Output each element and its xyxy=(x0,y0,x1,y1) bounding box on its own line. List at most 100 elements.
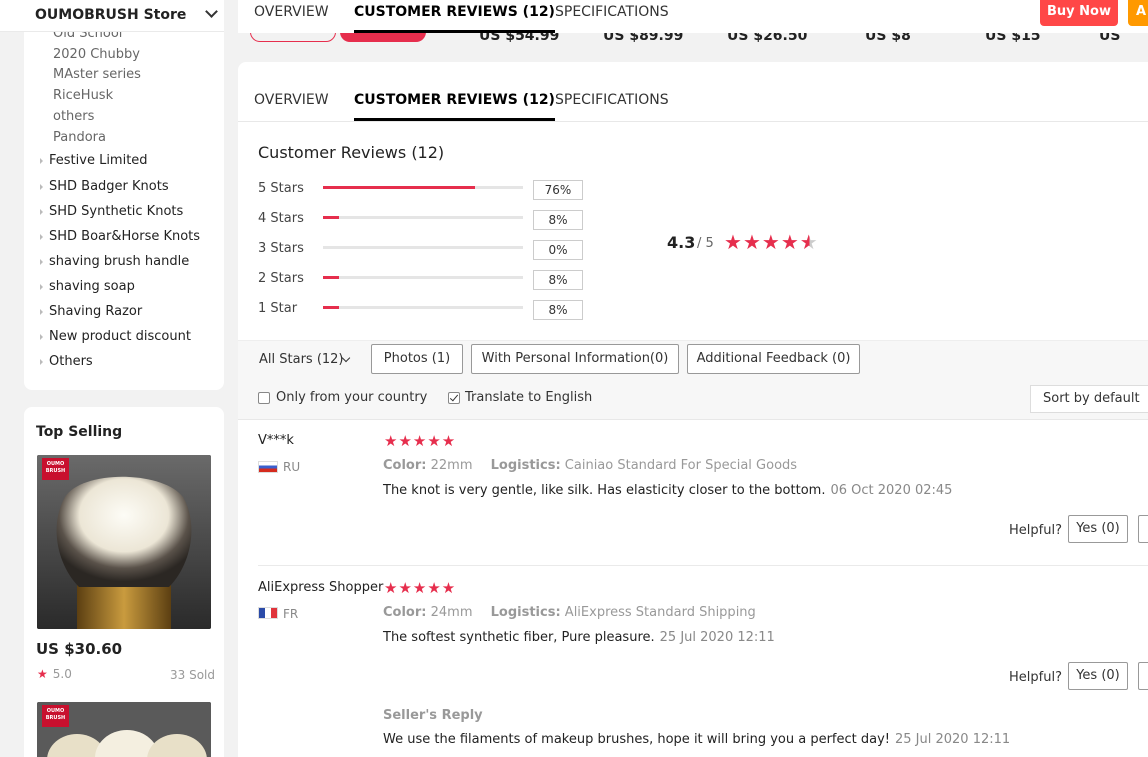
category-label: SHD Synthetic Knots xyxy=(49,204,184,219)
average-rating: 4.3 xyxy=(667,233,696,252)
subcategory-item[interactable]: Pandora xyxy=(53,130,106,145)
star-breakdown-percent: 8% xyxy=(533,270,583,290)
category-label: shaving brush handle xyxy=(49,254,190,269)
add-to-cart-button[interactable]: A xyxy=(1128,0,1148,26)
category-item[interactable]: Shaving Razor xyxy=(40,304,142,319)
subcategory-item[interactable]: others xyxy=(53,109,94,124)
seller-reply-text: We use the filaments of makeup brushes, … xyxy=(383,732,890,747)
star-icon: ★ xyxy=(37,667,48,681)
star-icon: ★ xyxy=(724,230,743,254)
review-body: The knot is very gentle, like silk. Has … xyxy=(383,483,826,498)
category-item[interactable]: shaving soap xyxy=(40,279,135,294)
logistics-label: Logistics: xyxy=(490,605,561,620)
category-label: SHD Badger Knots xyxy=(49,179,169,194)
star-breakdown-bar xyxy=(323,306,523,309)
review-stars: ★★★★★ xyxy=(384,432,457,450)
category-item[interactable]: SHD Boar&Horse Knots xyxy=(40,229,200,244)
only-country-checkbox[interactable] xyxy=(258,392,270,404)
subcategory-item[interactable]: 2020 Chubby xyxy=(53,47,140,62)
subcategory-item[interactable]: MAster series xyxy=(53,67,141,82)
caret-right-icon xyxy=(40,208,43,215)
color-value: 22mm xyxy=(430,458,473,473)
france-flag-icon xyxy=(258,607,278,619)
star-icon: ★ xyxy=(780,230,800,254)
buy-now-button[interactable]: Buy Now xyxy=(1040,0,1118,26)
shaving-brush-image xyxy=(37,455,211,629)
caret-right-icon xyxy=(40,333,43,340)
product-price: US $30.60 xyxy=(36,640,123,658)
subcategory-item[interactable]: RiceHusk xyxy=(53,88,113,103)
color-label: Color: xyxy=(383,605,427,620)
review-meta: Color: 22mm Logistics: Cainiao Standard … xyxy=(383,458,797,473)
category-item[interactable]: New product discount xyxy=(40,329,191,344)
store-header[interactable]: OUMOBRUSH Store xyxy=(0,0,224,32)
helpful-no-button[interactable] xyxy=(1138,662,1148,690)
review-date: 06 Oct 2020 02:45 xyxy=(830,483,953,498)
product-image[interactable]: OUMO BRUSH xyxy=(37,455,211,629)
star-breakdown-fill xyxy=(323,306,339,309)
star-breakdown-fill xyxy=(323,276,339,279)
product-sold-count: 33 Sold xyxy=(170,668,215,682)
category-item[interactable]: SHD Badger Knots xyxy=(40,179,169,194)
review-divider xyxy=(258,565,1148,566)
star-breakdown-percent: 8% xyxy=(533,300,583,320)
category-item[interactable]: shaving brush handle xyxy=(40,254,189,269)
logistics-value: Cainiao Standard For Special Goods xyxy=(564,458,798,473)
star-breakdown-percent: 8% xyxy=(533,210,583,230)
logistics-label: Logistics: xyxy=(490,458,561,473)
russia-flag-icon xyxy=(258,461,278,473)
photos-filter-button[interactable]: Photos (1) xyxy=(371,344,463,374)
logistics-value: AliExpress Standard Shipping xyxy=(564,605,756,620)
chevron-down-icon[interactable] xyxy=(205,5,218,18)
additional-feedback-filter-button[interactable]: Additional Feedback (0) xyxy=(687,344,860,374)
tab-specifications[interactable]: SPECIFICATIONS xyxy=(555,92,669,108)
helpful-no-button[interactable] xyxy=(1138,515,1148,543)
category-item[interactable]: SHD Synthetic Knots xyxy=(40,204,183,219)
star-breakdown-percent: 0% xyxy=(533,240,583,260)
review-stars: ★★★★★ xyxy=(384,579,457,597)
helpful-label: Helpful? xyxy=(1009,523,1062,538)
star-icon: ★ xyxy=(761,230,781,254)
product-image[interactable]: OUMO BRUSH xyxy=(37,702,211,757)
seller-reply-date: 25 Jul 2020 12:11 xyxy=(895,732,1011,747)
tab-overview[interactable]: OVERVIEW xyxy=(254,92,329,108)
tab-customer-reviews[interactable]: CUSTOMER REVIEWS (12) xyxy=(354,92,555,121)
personal-info-filter-button[interactable]: With Personal Information(0) xyxy=(471,344,679,374)
brand-logo: OUMO BRUSH xyxy=(42,705,69,727)
reviewer-country: RU xyxy=(283,460,301,474)
category-item[interactable]: Others xyxy=(40,354,93,369)
helpful-yes-button[interactable]: Yes (0) xyxy=(1068,515,1128,543)
color-label: Color: xyxy=(383,458,427,473)
category-label: Festive Limited xyxy=(49,153,148,168)
star-breakdown-percent: 76% xyxy=(533,180,583,200)
review-date: 25 Jul 2020 12:11 xyxy=(659,630,775,645)
reviewer-country: FR xyxy=(283,607,299,621)
translate-label[interactable]: Translate to English xyxy=(465,390,592,405)
review-text: The knot is very gentle, like silk. Has … xyxy=(383,483,952,498)
seller-reply-label: Seller's Reply xyxy=(383,708,483,723)
star-breakdown-fill xyxy=(323,186,475,189)
store-name[interactable]: OUMOBRUSH Store xyxy=(35,7,186,23)
caret-right-icon xyxy=(40,358,43,365)
caret-right-icon xyxy=(40,157,43,164)
caret-right-icon xyxy=(40,283,43,290)
star-breakdown-label: 4 Stars xyxy=(258,211,304,226)
category-label: shaving soap xyxy=(49,279,135,294)
average-stars: ★★★★★ xyxy=(724,230,819,254)
all-stars-dropdown[interactable]: All Stars (12) xyxy=(259,352,344,367)
translate-checkbox[interactable] xyxy=(448,392,460,404)
star-breakdown-label: 1 Star xyxy=(258,301,298,316)
sticky-tab-customer-reviews[interactable]: CUSTOMER REVIEWS (12) xyxy=(354,4,555,33)
star-breakdown-bar xyxy=(323,216,523,219)
half-star-icon: ★ xyxy=(799,230,819,254)
star-breakdown-label: 5 Stars xyxy=(258,181,304,196)
helpful-yes-button[interactable]: Yes (0) xyxy=(1068,662,1128,690)
sticky-tab-specifications[interactable]: SPECIFICATIONS xyxy=(555,4,669,20)
sticky-tab-overview[interactable]: OVERVIEW xyxy=(254,4,329,20)
star-breakdown-bar xyxy=(323,246,523,249)
only-country-label[interactable]: Only from your country xyxy=(276,390,427,405)
category-label: New product discount xyxy=(49,329,191,344)
sort-dropdown[interactable]: Sort by default xyxy=(1030,385,1148,413)
category-item[interactable]: Festive Limited xyxy=(40,153,148,168)
helpful-label: Helpful? xyxy=(1009,670,1062,685)
